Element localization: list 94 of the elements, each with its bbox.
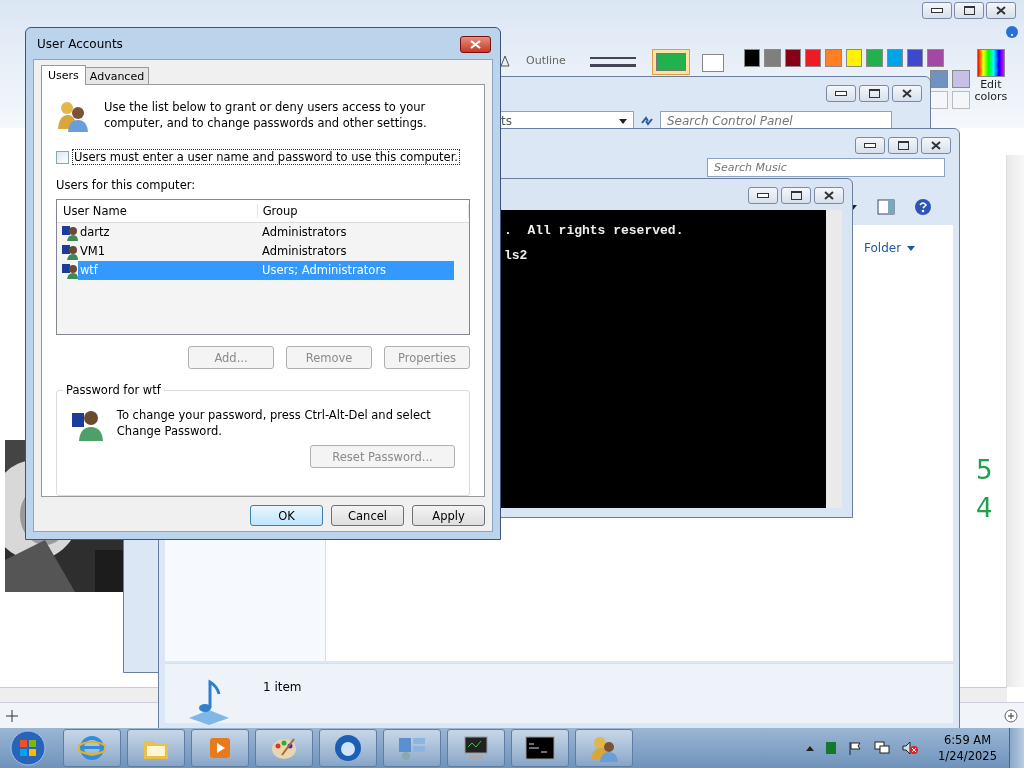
clock-time: 6:59 AM bbox=[943, 732, 992, 748]
console-line: ls2 bbox=[504, 247, 529, 265]
control-panel-icon bbox=[397, 735, 427, 761]
color1-swatch[interactable] bbox=[651, 49, 690, 75]
canvas-number: 5 bbox=[976, 456, 993, 484]
color-swatch[interactable] bbox=[743, 49, 761, 67]
dropdown-icon bbox=[907, 245, 916, 251]
user-name: dartz bbox=[78, 224, 111, 241]
preview-pane-icon[interactable] bbox=[877, 199, 895, 215]
close-icon bbox=[996, 6, 1006, 15]
dialog-button[interactable]: Cancel bbox=[331, 505, 404, 526]
shape-icon[interactable] bbox=[500, 55, 510, 67]
close-button[interactable] bbox=[814, 187, 844, 204]
users-icon bbox=[590, 734, 618, 762]
color-swatch[interactable] bbox=[805, 49, 822, 67]
color-swatch[interactable] bbox=[845, 49, 863, 67]
canvas-number: 4 bbox=[976, 494, 993, 522]
column-header[interactable]: User Name bbox=[57, 204, 258, 218]
close-icon bbox=[470, 39, 481, 49]
maximize-button[interactable] bbox=[781, 187, 811, 204]
close-button[interactable] bbox=[986, 2, 1016, 19]
taskbar-button[interactable] bbox=[447, 729, 505, 767]
user-name: VM1 bbox=[78, 243, 107, 260]
browser-e-icon bbox=[78, 734, 106, 762]
user-icon bbox=[62, 262, 78, 279]
item-count: 1 item bbox=[263, 680, 302, 694]
arrange-by-button[interactable]: Folder bbox=[862, 239, 918, 257]
color-swatch[interactable] bbox=[825, 49, 842, 67]
zoom-in-icon[interactable] bbox=[1004, 708, 1018, 723]
restore-button[interactable] bbox=[954, 2, 984, 19]
clock-date: 1/24/2025 bbox=[938, 748, 997, 764]
outline-button[interactable]: Outline bbox=[526, 54, 566, 67]
user-group: Administrators bbox=[262, 242, 454, 261]
color-swatch[interactable] bbox=[764, 49, 781, 67]
minimize-button[interactable] bbox=[826, 85, 856, 102]
clock[interactable]: 6:59 AM 1/24/2025 bbox=[938, 732, 997, 764]
user-name: wtf bbox=[77, 261, 262, 280]
color-swatch[interactable] bbox=[866, 49, 883, 67]
close-icon bbox=[931, 141, 941, 150]
show-desktop-button[interactable] bbox=[1009, 728, 1024, 768]
users-icon bbox=[56, 99, 90, 133]
user-row[interactable]: dartz Administrators bbox=[57, 223, 454, 242]
terminal-icon bbox=[525, 736, 555, 760]
user-icon bbox=[62, 224, 78, 241]
minimize-button[interactable] bbox=[855, 137, 885, 154]
monitor-icon bbox=[461, 735, 491, 761]
color-swatch[interactable] bbox=[951, 70, 970, 88]
line-size-icon[interactable] bbox=[589, 55, 636, 69]
password-text: To change your password, press Ctrl-Alt-Del and select Change Password. bbox=[116, 407, 432, 440]
show-hidden-icons[interactable] bbox=[806, 745, 815, 751]
speaker-muted-icon[interactable] bbox=[902, 741, 919, 755]
horizontal-scrollbar[interactable] bbox=[0, 687, 158, 702]
empty-swatch[interactable] bbox=[951, 91, 970, 109]
search-field[interactable]: Search Music bbox=[707, 158, 945, 177]
list-label: Users for this computer: bbox=[56, 178, 197, 192]
window-title: User Accounts bbox=[37, 37, 123, 51]
search-field[interactable]: Search Control Panel bbox=[660, 111, 892, 131]
refresh-icon[interactable] bbox=[640, 115, 654, 127]
minimize-button[interactable] bbox=[922, 2, 952, 19]
color2-swatch[interactable] bbox=[701, 54, 724, 72]
column-header[interactable]: Group bbox=[257, 204, 469, 218]
scrollbar-track[interactable] bbox=[959, 687, 1007, 702]
network-icon[interactable] bbox=[874, 741, 891, 755]
color-swatch[interactable] bbox=[929, 70, 948, 88]
flag-icon[interactable] bbox=[848, 741, 863, 755]
dropdown-icon bbox=[619, 118, 627, 124]
taskbar-button[interactable] bbox=[511, 729, 569, 767]
move-icon bbox=[6, 709, 18, 722]
console-line: . All rights reserved. bbox=[504, 222, 685, 240]
user-group: Users; Administrators bbox=[262, 261, 454, 280]
tab[interactable]: Advanced bbox=[84, 67, 150, 84]
user-group: Administrators bbox=[262, 223, 454, 242]
close-icon bbox=[824, 191, 834, 200]
dialog-button[interactable]: Apply bbox=[412, 505, 485, 526]
maximize-button[interactable] bbox=[888, 137, 918, 154]
user-row[interactable]: VM1 Administrators bbox=[57, 242, 454, 261]
tab[interactable]: Users bbox=[41, 65, 86, 85]
minimize-button[interactable] bbox=[748, 187, 778, 204]
color-swatch[interactable] bbox=[907, 49, 924, 67]
color-swatch[interactable] bbox=[927, 49, 944, 67]
group-title: Password for wtf bbox=[63, 383, 164, 397]
dialog-button[interactable]: OK bbox=[250, 505, 323, 526]
color-swatch[interactable] bbox=[886, 49, 904, 67]
close-button[interactable] bbox=[460, 35, 491, 53]
checkbox[interactable] bbox=[56, 150, 69, 164]
close-button[interactable] bbox=[892, 85, 922, 102]
edit-colors-button[interactable]: Edit colors bbox=[973, 49, 1008, 103]
user-icon bbox=[62, 243, 78, 260]
intro-text: Use the list below to grant or deny users access to your computer, and to change passwords and other settings. bbox=[104, 99, 428, 132]
start-button[interactable] bbox=[8, 730, 48, 766]
close-button[interactable] bbox=[921, 137, 951, 154]
color-swatch[interactable] bbox=[784, 49, 801, 67]
maximize-button[interactable] bbox=[859, 85, 889, 102]
close-icon bbox=[902, 89, 912, 98]
